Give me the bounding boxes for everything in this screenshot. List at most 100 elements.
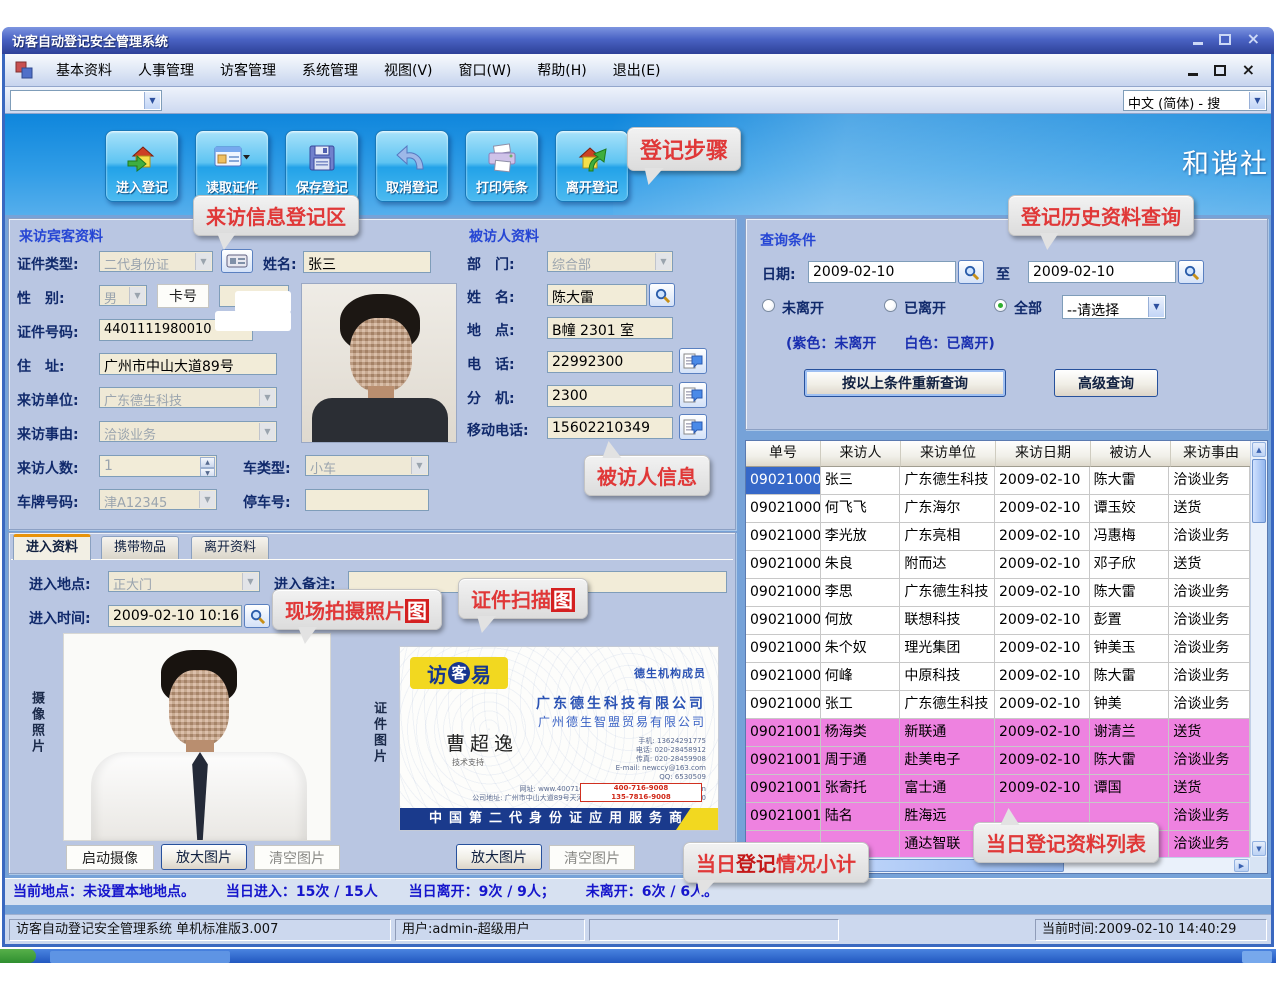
table-cell: 邓子欣 [1090, 551, 1170, 579]
menu-item-0[interactable]: 基本资料 [43, 60, 125, 80]
requery-button[interactable]: 按以上条件重新查询 [804, 369, 1006, 397]
zoom-id-button[interactable]: 放大图片 [456, 844, 542, 870]
id-type-combo[interactable]: 二代身份证 ▼ [99, 251, 213, 272]
people-count-stepper[interactable]: 1 ▲▼ [99, 455, 217, 477]
language-combo[interactable]: 中文 (简体) - 搜 ▼ [1123, 90, 1267, 111]
reason-combo[interactable]: 洽谈业务 ▼ [99, 421, 277, 442]
scroll-right-icon[interactable]: ▶ [1234, 859, 1249, 872]
menu-item-1[interactable]: 人事管理 [125, 60, 207, 80]
advanced-query-button[interactable]: 高级查询 [1054, 369, 1158, 397]
table-row[interactable]: 090210012张寄托富士通2009-02-10谭国送货 [746, 775, 1250, 803]
entry-location-combo[interactable]: 正大门 ▼ [108, 571, 260, 592]
date-from-field[interactable]: 2009-02-10 [808, 261, 956, 283]
table-row[interactable]: 090210006何放联想科技2009-02-10彭置洽谈业务 [746, 607, 1250, 635]
entry-time-field[interactable]: 2009-02-10 10:16 [108, 605, 242, 627]
mobile-field[interactable]: 15602210349 [547, 417, 673, 439]
minimize-icon[interactable] [1193, 42, 1203, 45]
toolbar-button-0[interactable]: 进入登记 [105, 130, 179, 202]
tab-carried-items[interactable]: 携带物品 [101, 536, 179, 560]
column-header[interactable]: 来访人 [821, 441, 901, 467]
scroll-up-icon[interactable]: ▲ [1252, 442, 1266, 457]
column-header[interactable]: 来访事由 [1171, 441, 1252, 467]
search-person-button[interactable] [649, 283, 675, 307]
zoom-photo-button[interactable]: 放大图片 [161, 844, 247, 870]
start-button[interactable] [0, 949, 36, 963]
radio-not-left[interactable] [762, 299, 775, 312]
ext-field[interactable]: 2300 [547, 385, 673, 407]
radio-all[interactable] [994, 299, 1007, 312]
status-bar: 访客自动登记安全管理系统 单机标准版3.007 用户:admin-超级用户 当前… [5, 914, 1271, 944]
phone-field[interactable]: 22992300 [547, 351, 673, 373]
menu-item-2[interactable]: 访客管理 [207, 60, 289, 80]
notify-ext-button[interactable] [679, 382, 707, 408]
quick-select-combo[interactable]: ▼ [10, 90, 162, 111]
vertical-scrollbar[interactable]: ▲ ▼ [1250, 441, 1267, 857]
table-row[interactable]: 090210001张三广东德生科技2009-02-10陈大雷洽谈业务 [746, 467, 1250, 495]
table-row[interactable]: 090210007朱个奴理光集团2009-02-10钟美玉洽谈业务 [746, 635, 1250, 663]
taskbar-task-button[interactable] [50, 951, 230, 963]
gender-combo[interactable]: 男 ▼ [99, 285, 147, 306]
menu-item-4[interactable]: 视图(V) [371, 60, 446, 80]
scroll-down-icon[interactable]: ▼ [1252, 841, 1266, 856]
toolbar-button-4[interactable]: 打印凭条 [465, 130, 539, 202]
color-legend: (紫色：未离开 白色：已离开) [786, 333, 995, 353]
menu-item-3[interactable]: 系统管理 [289, 60, 371, 80]
column-header[interactable]: 来访单位 [901, 441, 996, 467]
toolbar-button-3[interactable]: 取消登记 [375, 130, 449, 202]
visitor-name-field[interactable]: 张三 [303, 251, 431, 273]
mdi-close-icon[interactable]: × [1242, 63, 1255, 77]
date-to-field[interactable]: 2009-02-10 [1028, 261, 1176, 283]
parking-field[interactable] [305, 489, 429, 511]
entry-time-picker-button[interactable] [244, 604, 270, 628]
dept-combo[interactable]: 综合部 ▼ [547, 251, 673, 272]
date-to-picker-button[interactable] [1178, 260, 1204, 284]
plate-label: 车牌号码: [17, 492, 79, 512]
table-row[interactable]: 090210010杨海类新联通2009-02-10谢清兰送货 [746, 719, 1250, 747]
column-header[interactable]: 来访日期 [996, 441, 1091, 467]
column-header[interactable]: 单号 [746, 441, 821, 467]
chevron-down-icon[interactable]: ▼ [144, 92, 160, 109]
table-row[interactable]: 090210009张工广东德生科技2009-02-10钟美洽谈业务 [746, 691, 1250, 719]
menu-item-7[interactable]: 退出(E) [600, 60, 674, 80]
clear-id-button[interactable]: 清空图片 [549, 845, 635, 870]
chevron-down-icon[interactable]: ▼ [1249, 92, 1265, 109]
stepper-arrows[interactable]: ▲▼ [200, 457, 215, 475]
table-cell: 彭置 [1090, 607, 1170, 635]
plate-combo[interactable]: 津A12345 ▼ [99, 489, 217, 510]
title-bar[interactable]: 访客自动登记安全管理系统 × [2, 27, 1274, 54]
restore-icon[interactable] [1219, 34, 1231, 45]
location-field[interactable]: B幢 2301 室 [547, 317, 673, 339]
card-reader-button[interactable] [221, 249, 253, 273]
table-row[interactable]: 090210003李光放广东亮相2009-02-10冯惠梅洽谈业务 [746, 523, 1250, 551]
menu-item-6[interactable]: 帮助(H) [524, 60, 599, 80]
notify-phone-button[interactable] [679, 348, 707, 374]
start-camera-button[interactable]: 启动摄像 [66, 845, 154, 870]
table-row[interactable]: 090210004朱良附而达2009-02-10邓子欣送货 [746, 551, 1250, 579]
radio-left[interactable] [884, 299, 897, 312]
table-row[interactable]: 090210011周于通赴美电子2009-02-10陈大雷洽谈业务 [746, 747, 1250, 775]
column-header[interactable]: 被访人 [1091, 441, 1171, 467]
toolbar-button-5[interactable]: 离开登记 [555, 130, 629, 202]
notify-mobile-button[interactable] [679, 414, 707, 440]
table-row[interactable]: 090210005李思广东德生科技2009-02-10陈大雷洽谈业务 [746, 579, 1250, 607]
table-row[interactable]: 090210002何飞飞广东海尔2009-02-10谭玉姣送货 [746, 495, 1250, 523]
reason-filter-combo[interactable]: --请选择 ▼ [1062, 295, 1166, 319]
vertical-scroll-thumb[interactable] [1252, 459, 1266, 523]
toolbar-button-1[interactable]: 读取证件 [195, 130, 269, 202]
visited-name-field[interactable]: 陈大雷 [547, 284, 647, 306]
tab-entry-info[interactable]: 进入资料 [13, 534, 91, 560]
clear-photo-button[interactable]: 清空图片 [254, 845, 340, 870]
tab-leave-info[interactable]: 离开资料 [191, 536, 269, 560]
close-icon[interactable]: × [1247, 32, 1260, 46]
address-field[interactable]: 广州市中山大道89号 [99, 353, 277, 375]
mdi-restore-icon[interactable] [1214, 65, 1226, 76]
table-cell: 090210011 [746, 747, 821, 775]
menu-item-5[interactable]: 窗口(W) [446, 60, 525, 80]
company-combo[interactable]: 广东德生科技 ▼ [99, 387, 277, 408]
date-from-picker-button[interactable] [958, 260, 984, 284]
mdi-minimize-icon[interactable] [1188, 73, 1198, 76]
vehicle-type-combo[interactable]: 小车 ▼ [305, 455, 429, 476]
toolbar-button-2[interactable]: 保存登记 [285, 130, 359, 202]
chevron-down-icon[interactable]: ▼ [1148, 297, 1164, 317]
table-row[interactable]: 090210008何峰中原科技2009-02-10陈大雷洽谈业务 [746, 663, 1250, 691]
